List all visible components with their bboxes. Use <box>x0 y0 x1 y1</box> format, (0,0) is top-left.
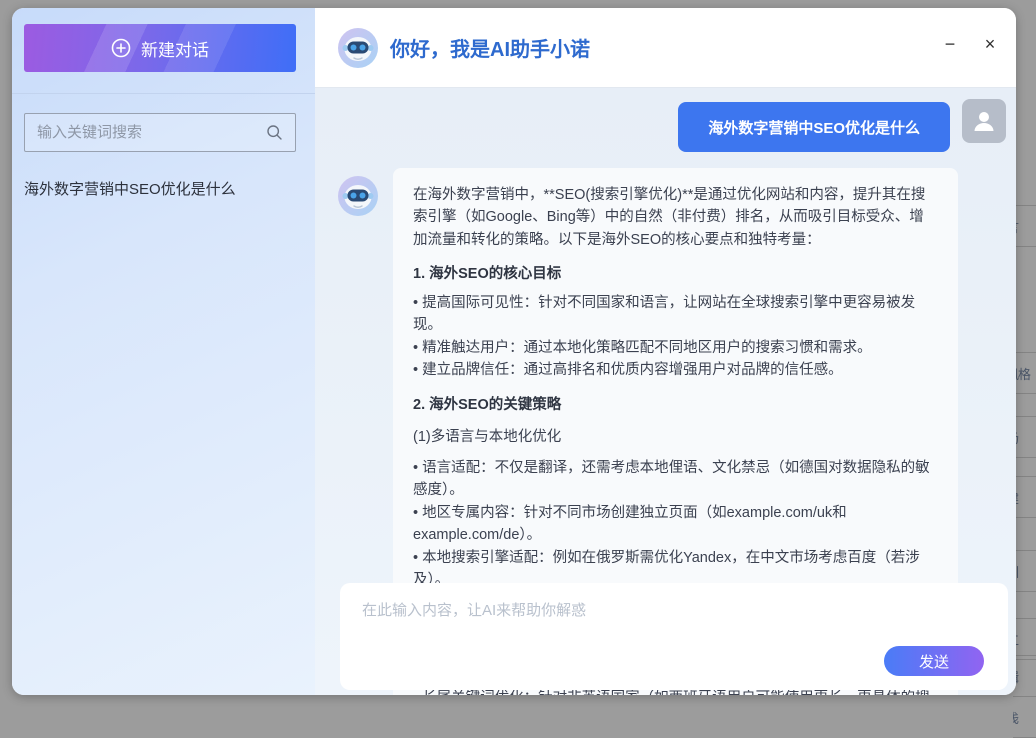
search-icon <box>266 124 283 141</box>
ai-message-bullet: 语言适配：不仅是翻译，还需考虑本地俚语、文化禁忌（如德国对数据隐私的敏感度）。 <box>413 457 938 502</box>
background-text-fragment: 工 <box>1013 618 1036 660</box>
ai-message-bullet: 地区专属内容：针对不同市场创建独立页面（如example.com/uk和exam… <box>413 502 938 547</box>
main-panel: 你好，我是AI助手小诺 − × 海外数字营销中SEO优化是什么 <box>315 8 1016 695</box>
window-controls: − × <box>938 32 1002 56</box>
send-button[interactable]: 发送 <box>884 646 984 676</box>
user-message-bubble: 海外数字营销中SEO优化是什么 <box>678 102 950 152</box>
ai-message-bullet: 精准触达用户：通过本地化策略匹配不同地区用户的搜索习惯和需求。 <box>413 337 938 359</box>
ai-message-bullet: 提高国际可见性：针对不同国家和语言，让网站在全球搜索引擎中更容易被发现。 <box>413 292 938 337</box>
background-text-fragment: 建 <box>1013 476 1036 518</box>
background-text-fragment: 汤 <box>1013 416 1036 458</box>
person-icon <box>969 106 999 136</box>
background-text-fragment: 训 <box>1013 550 1036 592</box>
background-text-fragment: 言 <box>1013 205 1036 247</box>
assistant-avatar-icon <box>338 28 378 68</box>
ai-message-h: 1. 海外SEO的核心目标 <box>413 263 938 285</box>
sidebar: 新建对话 海外数字营销中SEO优化是什么 <box>12 8 315 695</box>
search-input[interactable] <box>37 124 258 141</box>
new-chat-label: 新建对话 <box>141 36 209 61</box>
background-text-fragment: 风格 <box>1013 352 1036 394</box>
plus-circle-icon <box>111 38 131 58</box>
message-input[interactable] <box>340 583 1008 641</box>
new-chat-button[interactable]: 新建对话 <box>24 24 296 72</box>
user-avatar <box>962 99 1006 143</box>
assistant-title: 你好，我是AI助手小诺 <box>390 33 590 62</box>
composer: 发送 <box>340 583 1008 690</box>
app-window: 新建对话 海外数字营销中SEO优化是什么 <box>12 8 1016 695</box>
conversation-list: 海外数字营销中SEO优化是什么 <box>12 168 315 209</box>
ai-message-bullet: 建立品牌信任：通过高排名和优质内容增强用户对品牌的信任感。 <box>413 359 938 381</box>
chat-header: 你好，我是AI助手小诺 − × <box>315 8 1016 88</box>
assistant-avatar-icon <box>338 176 378 216</box>
background-text-fragment: 浅 <box>1013 696 1036 738</box>
close-button[interactable]: × <box>978 32 1002 56</box>
ai-message-p: 在海外数字营销中，**SEO(搜索引擎优化)**是通过优化网站和内容，提升其在搜… <box>413 184 938 251</box>
sidebar-divider <box>12 93 315 94</box>
chat-body: 海外数字营销中SEO优化是什么 <box>315 88 1016 695</box>
ai-message-sub: (1)多语言与本地化优化 <box>413 426 938 448</box>
minimize-button[interactable]: − <box>938 32 962 56</box>
conversation-list-item[interactable]: 海外数字营销中SEO优化是什么 <box>12 168 315 209</box>
ai-message-h: 2. 海外SEO的关键策略 <box>413 394 938 416</box>
search-box <box>24 113 296 152</box>
background-text-fragment: 辑 <box>1013 655 1036 697</box>
